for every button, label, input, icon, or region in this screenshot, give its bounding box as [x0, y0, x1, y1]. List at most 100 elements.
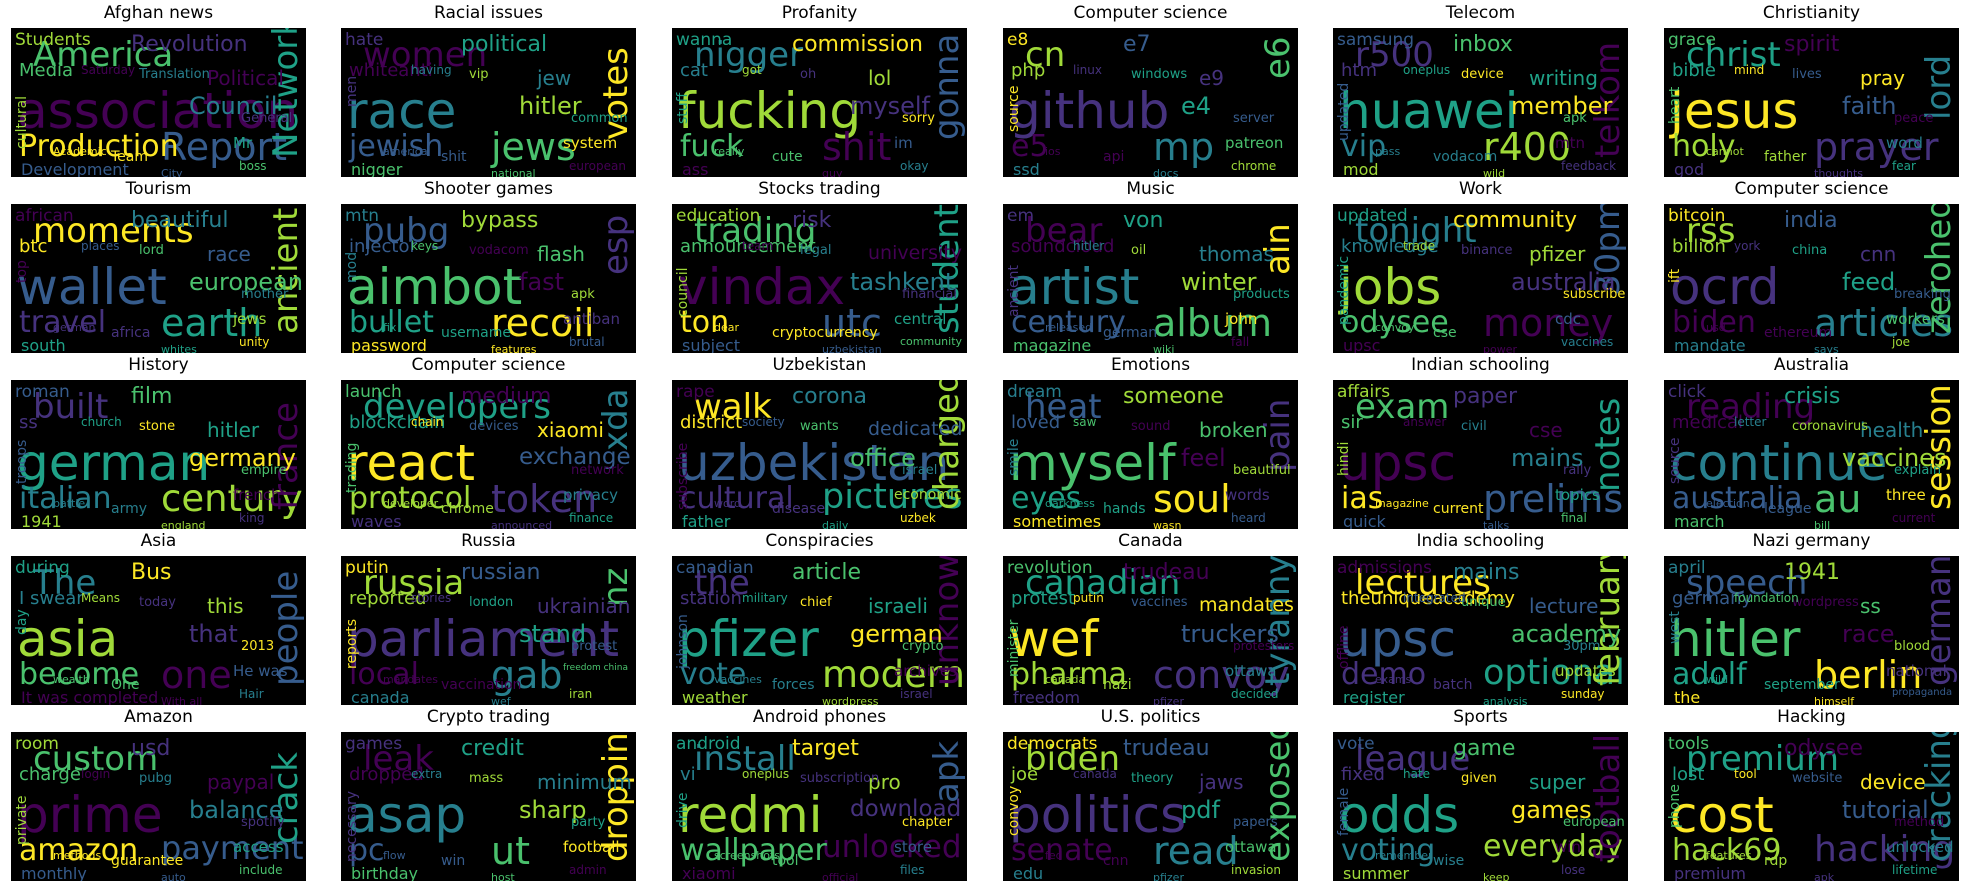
cloud-word: method — [1894, 815, 1945, 830]
cloud-word: finance — [569, 511, 614, 525]
cloud-word: fear — [1892, 159, 1916, 173]
cloud-word: gonna — [927, 33, 967, 140]
cloud-word: Academic — [53, 145, 107, 158]
cloud-word: september — [1764, 677, 1840, 693]
cloud-word: trudeau — [1123, 736, 1210, 761]
cloud-word: cultural — [14, 96, 30, 150]
cloud-word: convoy — [1375, 321, 1415, 334]
cloud-word: men — [344, 76, 360, 108]
cloud-word: offline — [1336, 625, 1352, 669]
cloud-word: education — [676, 206, 761, 226]
cloud-word: lost — [1672, 764, 1705, 785]
cloud-word: network — [571, 463, 624, 478]
cloud-word: edu — [1013, 864, 1044, 882]
cloud-word: faith — [1842, 92, 1897, 120]
cloud-word: wordpress — [1792, 595, 1859, 610]
cloud-word: paypal — [207, 770, 275, 794]
word-cloud: artist bear album century ain von em winter thom… — [1003, 204, 1298, 353]
cloud-word: crisis — [1784, 384, 1841, 409]
cloud-word: station — [680, 588, 742, 609]
cloud-word: legal — [800, 243, 832, 258]
cloud-word: decided — [1231, 687, 1279, 701]
cloud-word: papers — [1233, 815, 1278, 830]
cloud-word: fixed — [1341, 764, 1385, 785]
panel-title: Computer science — [411, 355, 566, 375]
cloud-word: wanna — [676, 30, 733, 50]
cloud-word: league — [1764, 501, 1812, 517]
cloud-word: system — [563, 134, 618, 152]
cloud-word: summer — [1343, 864, 1410, 882]
wordcloud-panel: Conspiracies pfizer the modern vote unknown ar… — [672, 528, 967, 705]
cloud-word: billion — [1672, 236, 1726, 257]
cloud-word: oneplus — [1403, 63, 1451, 77]
cloud-word: chrome — [441, 501, 494, 517]
panel-title: Christianity — [1762, 3, 1861, 23]
wordcloud-panel: Canada wef canadian convoy pharma tyranny trud… — [1003, 528, 1298, 705]
cloud-word: race — [1842, 620, 1895, 648]
cloud-word: german — [1103, 325, 1158, 341]
cloud-word: odysee — [1784, 736, 1863, 761]
cloud-word: invasion — [1231, 863, 1281, 877]
cloud-word: 30pm — [1563, 639, 1601, 654]
cloud-word: vodacom — [1433, 149, 1498, 165]
cloud-word: minimum — [537, 770, 632, 794]
cloud-word: wants — [800, 419, 839, 434]
wordcloud-panel: U.S. politics politics biden read senate expo… — [1003, 704, 1298, 881]
cloud-word: forces — [772, 677, 815, 693]
cloud-word: european — [569, 159, 626, 173]
cloud-word: stone — [139, 419, 176, 434]
cloud-word: america — [383, 145, 428, 158]
cloud-word: explain — [1894, 463, 1942, 478]
word-cloud: react developers token protocol xda medium lau… — [341, 380, 636, 529]
cloud-word: top — [14, 260, 30, 284]
wordcloud-panel: Computer science github cn mp e5 e6 e7 e8 e4 e9 ph… — [1003, 0, 1298, 177]
cloud-word: birthday — [351, 864, 419, 882]
cloud-word: website — [1792, 771, 1843, 786]
panel-title: Emotions — [1110, 355, 1191, 375]
cloud-word: york — [1734, 239, 1761, 253]
panel-title: Profanity — [781, 3, 858, 23]
cloud-word: register — [1343, 688, 1405, 706]
wordcloud-panel: Profanity fucking nigger shit fuck gonna commi… — [672, 0, 967, 177]
word-cloud: parliament russia gab local nz russian putin st… — [341, 556, 636, 705]
word-cloud: cost premium hacking hack69 cracking odysee to… — [1664, 732, 1959, 881]
cloud-word: feel — [1181, 444, 1226, 472]
cloud-word: broken — [1199, 418, 1268, 442]
word-cloud: odds league everyday voting football game vote… — [1333, 732, 1628, 881]
cloud-word: e9 — [1199, 66, 1225, 90]
wordcloud-panel: Indian schooling upsc exam prelims ias notes p… — [1333, 352, 1628, 529]
cloud-word: e4 — [1181, 92, 1212, 120]
cloud-word: vip — [469, 67, 489, 82]
cloud-word: Saturday — [81, 63, 136, 77]
cloud-word: putin — [345, 558, 389, 578]
cloud-word: jaws — [1199, 770, 1244, 794]
cloud-word: european — [1563, 815, 1625, 830]
cloud-word: extra — [411, 767, 443, 781]
word-cloud: pfizer the modern vote unknown article canadia… — [672, 556, 967, 705]
cloud-word: ss — [1860, 594, 1881, 618]
cloud-word: batch — [1433, 677, 1473, 693]
cloud-word: dear — [714, 321, 740, 334]
cloud-word: vote — [1337, 734, 1375, 754]
cloud-word: source — [1667, 437, 1683, 485]
wordcloud-panel: Russia parliament russia gab local nz russian p… — [341, 528, 636, 705]
cloud-word: bitcoin — [1668, 206, 1726, 226]
cloud-word: Revolution — [131, 32, 248, 57]
cloud-word: e6 — [1258, 36, 1298, 79]
wordcloud-panel: Australia continue reading au australia sessi… — [1664, 352, 1959, 529]
cloud-word: mandates — [383, 673, 438, 686]
cloud-word: One — [111, 677, 140, 693]
wordcloud-panel: Emotions myself heat soul eyes pain someone dre… — [1003, 352, 1298, 529]
cloud-word: mandates — [1199, 594, 1294, 616]
cloud-word: ukrainian — [537, 594, 631, 618]
cloud-word: em — [1007, 206, 1035, 226]
cloud-word: pfizer — [1153, 871, 1184, 881]
cloud-word: corona — [792, 384, 868, 409]
wordcloud-panel: Tourism wallet moments earth travel ancient be… — [11, 176, 306, 353]
cloud-word: cse — [1433, 325, 1457, 341]
cloud-word: Media — [19, 60, 74, 81]
cloud-word: blood — [1894, 639, 1931, 654]
cloud-word: during — [15, 558, 70, 578]
word-cloud: german built century italian france film roman… — [11, 380, 306, 529]
cloud-word: Bus — [131, 560, 172, 585]
